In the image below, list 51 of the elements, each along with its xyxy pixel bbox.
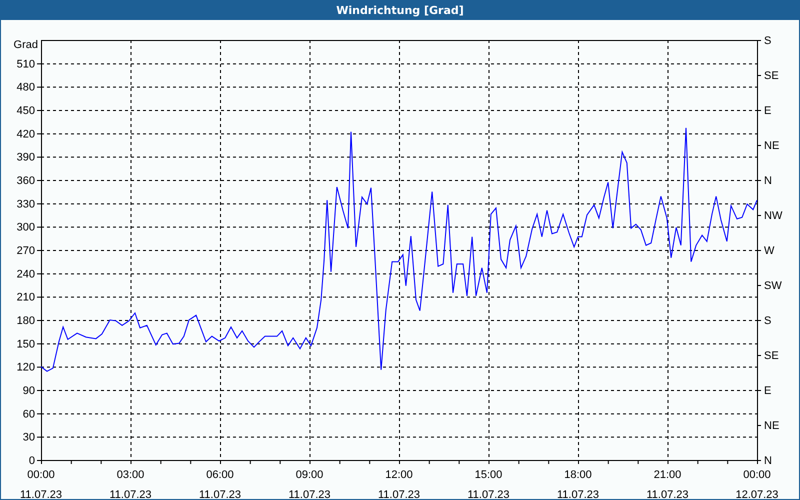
y-tick-label: 330 bbox=[16, 198, 35, 210]
x-tick-label: 00:00 bbox=[743, 469, 771, 481]
date-label: 11.07.23 bbox=[288, 489, 330, 499]
date-label: 11.07.23 bbox=[557, 489, 599, 499]
y-tick-label: 270 bbox=[16, 245, 35, 257]
x-tick-label: 00:00 bbox=[27, 469, 55, 481]
x-tick-label: 03:00 bbox=[116, 469, 144, 481]
y-tick-label: 300 bbox=[16, 222, 35, 234]
date-label: 11.07.23 bbox=[378, 489, 420, 499]
y-tick-label: 90 bbox=[22, 385, 35, 397]
x-tick-label: 18:00 bbox=[564, 469, 592, 481]
y-tick-label: 210 bbox=[16, 292, 35, 304]
y-tick-label: 150 bbox=[16, 338, 35, 350]
date-label: 11.07.23 bbox=[110, 489, 152, 499]
y-tick-label: 480 bbox=[16, 82, 35, 94]
date-label: 11.07.23 bbox=[646, 489, 688, 499]
compass-tick-label: SE bbox=[764, 70, 779, 82]
y-tick-label: 420 bbox=[16, 128, 35, 140]
compass-tick-label: SE bbox=[764, 350, 779, 362]
compass-tick-label: NE bbox=[764, 420, 780, 432]
compass-tick-label: W bbox=[764, 245, 774, 257]
y-tick-label: 360 bbox=[16, 175, 35, 187]
y-tick-label: 60 bbox=[22, 408, 35, 420]
compass-tick-label: S bbox=[764, 315, 772, 327]
compass-tick-label: S bbox=[764, 35, 772, 47]
x-tick-label: 12:00 bbox=[385, 469, 413, 481]
y-tick-label: 30 bbox=[22, 432, 35, 444]
y-tick-label: 450 bbox=[16, 105, 35, 117]
compass-tick-label: SW bbox=[764, 280, 782, 292]
y-tick-label: 0 bbox=[28, 455, 35, 467]
x-tick-label: 06:00 bbox=[206, 469, 234, 481]
x-tick-label: 15:00 bbox=[474, 469, 502, 481]
y-tick-label: 240 bbox=[16, 268, 35, 280]
compass-tick-label: E bbox=[764, 385, 772, 397]
date-label: 11.07.23 bbox=[199, 489, 241, 499]
date-label: 12.07.23 bbox=[736, 489, 778, 499]
y-tick-label: 390 bbox=[16, 152, 35, 164]
compass-tick-label: NE bbox=[764, 140, 780, 152]
y-tick-label: 120 bbox=[16, 362, 35, 374]
y-tick-label: 510 bbox=[16, 58, 35, 70]
y-tick-label: 180 bbox=[16, 315, 35, 327]
x-tick-label: 09:00 bbox=[296, 469, 324, 481]
window-title: Windrichtung [Grad] bbox=[336, 4, 464, 16]
date-label: 11.07.23 bbox=[20, 489, 62, 499]
date-label: 11.07.23 bbox=[468, 489, 510, 499]
compass-tick-label: E bbox=[764, 105, 772, 117]
x-tick-label: 21:00 bbox=[654, 469, 682, 481]
compass-tick-label: NW bbox=[764, 210, 782, 222]
compass-tick-label: N bbox=[764, 455, 772, 467]
compass-tick-label: N bbox=[764, 175, 772, 187]
y-axis-label: Grad bbox=[14, 39, 38, 51]
